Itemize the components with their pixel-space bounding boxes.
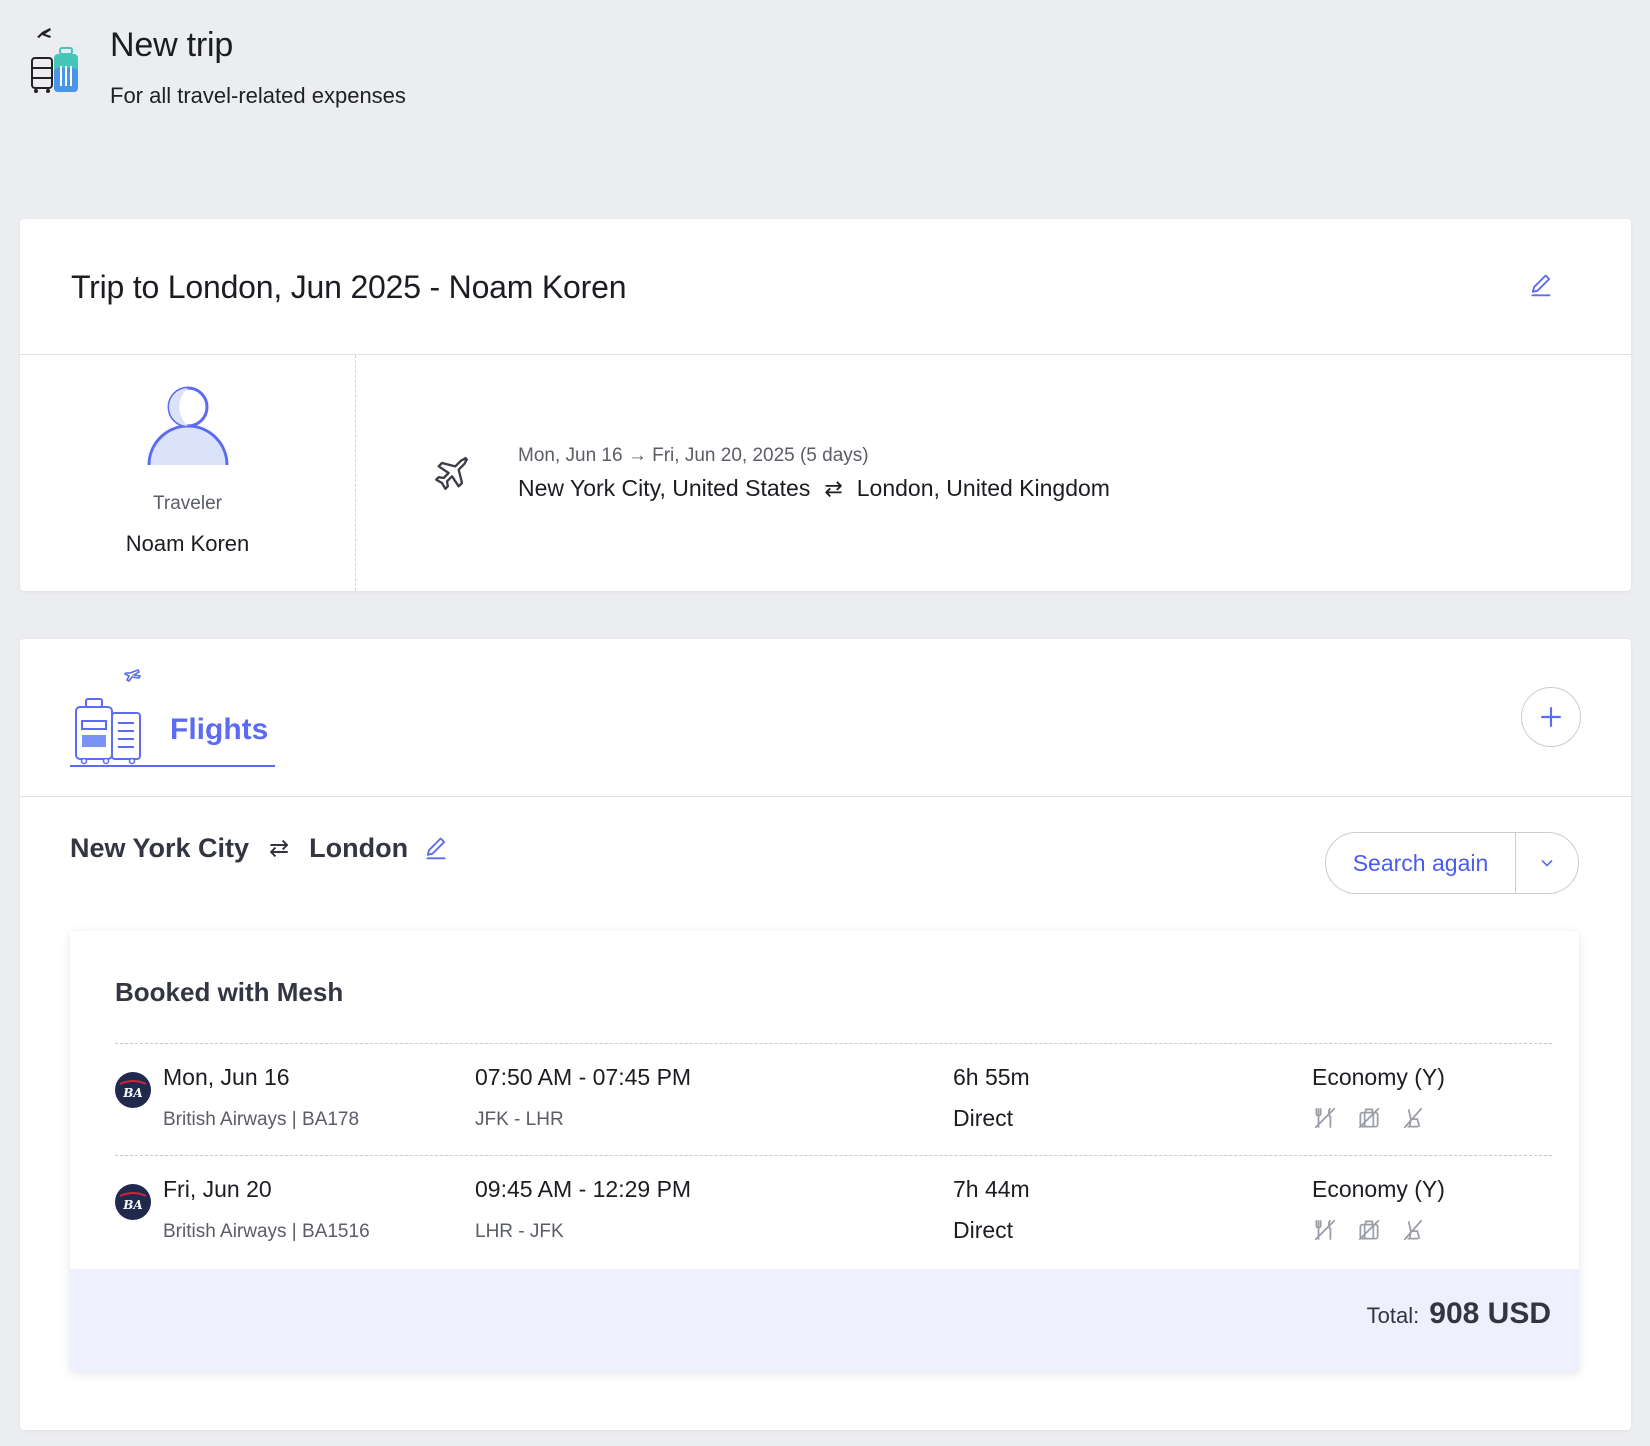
no-baggage-icon [1358, 1219, 1380, 1241]
leg-airports: LHR - JFK [475, 1221, 564, 1242]
leg-date: Fri, Jun 20 [163, 1176, 272, 1202]
flight-route-title: New York City ⇄ London [70, 833, 450, 864]
trip-dates: Mon, Jun 16 → Fri, Jun 20, 2025 (5 days) [518, 445, 869, 466]
leg-duration: 7h 44m [953, 1176, 1030, 1202]
add-flight-button[interactable] [1521, 687, 1581, 747]
roundtrip-icon: ⇄ [269, 835, 290, 862]
leg-stops: Direct [953, 1217, 1014, 1243]
traveler-label: Traveler [153, 493, 222, 514]
british-airways-logo-icon: BA [115, 1184, 151, 1220]
user-avatar-icon [147, 386, 228, 466]
total-label: Total: [1366, 1303, 1420, 1328]
itinerary-section: Mon, Jun 16 → Fri, Jun 20, 2025 (5 days)… [356, 355, 1631, 591]
edit-route-button[interactable] [422, 835, 450, 863]
trip-card-header: Trip to London, Jun 2025 - Noam Koren [20, 219, 1631, 355]
page-header: New trip For all travel-related expenses [24, 24, 406, 109]
flights-card: Flights New York City ⇄ London Search ag… [20, 639, 1631, 1430]
airline-logo-text: BA [122, 1086, 142, 1100]
trip-summary-card: Trip to London, Jun 2025 - Noam Koren Tr… [20, 219, 1631, 591]
leg-amenities [1312, 1105, 1445, 1131]
leg-cabin: Economy (Y) [1312, 1176, 1445, 1202]
search-again-group: Search again [1325, 832, 1579, 894]
no-meal-icon [1314, 1219, 1336, 1241]
airline-logo-text: BA [122, 1198, 142, 1212]
trip-title: Trip to London, Jun 2025 - Noam Koren [71, 269, 627, 305]
leg-times: 09:45 AM - 12:29 PM [475, 1176, 692, 1202]
pencil-icon [1531, 274, 1551, 296]
suitcase-plane-icon [31, 28, 82, 93]
airplane-icon [435, 456, 469, 490]
roundtrip-icon: ⇄ [824, 475, 843, 501]
trip-destination: London, United Kingdom [856, 475, 1110, 501]
flight-route-row: New York City ⇄ London Search again [20, 797, 1631, 907]
page-title: New trip [110, 26, 234, 64]
booking-total: Total: 908 USD [1367, 1297, 1551, 1331]
route-from: New York City [70, 833, 250, 863]
edit-trip-button[interactable] [1525, 271, 1557, 303]
no-meal-icon [1314, 1107, 1336, 1129]
route-to: London [309, 833, 409, 863]
leg-amenities [1312, 1217, 1445, 1243]
luggage-plane-icon [75, 668, 142, 765]
leg-airline: British Airways | BA178 [163, 1109, 360, 1130]
tab-flights[interactable]: Flights [70, 668, 275, 767]
search-again-button[interactable]: Search again [1326, 833, 1516, 893]
leg-airports: JFK - LHR [475, 1109, 564, 1130]
flights-header: Flights [20, 639, 1631, 797]
total-bar: Total: 908 USD [70, 1269, 1579, 1372]
trip-route: New York City, United States ⇄ London, U… [518, 475, 1110, 502]
search-options-dropdown[interactable] [1516, 833, 1578, 893]
no-seat-select-icon [1403, 1219, 1423, 1241]
chevron-down-icon [1541, 859, 1553, 867]
british-airways-logo-icon: BA [115, 1072, 151, 1108]
flight-legs: BA Mon, Jun 16 British Airways | BA178 0… [115, 1043, 1552, 1267]
trip-origin: New York City, United States [518, 475, 811, 501]
leg-cabin: Economy (Y) [1312, 1064, 1445, 1090]
no-seat-select-icon [1403, 1107, 1423, 1129]
leg-times: 07:50 AM - 07:45 PM [475, 1064, 692, 1090]
traveler-name: Noam Koren [125, 531, 250, 556]
plus-icon [1541, 707, 1561, 727]
booking-card: Booked with Mesh BA Mon, Jun 16 British … [70, 931, 1579, 1372]
booking-title: Booked with Mesh [115, 977, 344, 1007]
page-subtitle: For all travel-related expenses [110, 83, 406, 108]
leg-date: Mon, Jun 16 [163, 1064, 290, 1090]
leg-stops: Direct [953, 1105, 1014, 1131]
flight-leg[interactable]: BA Fri, Jun 20 British Airways | BA1516 … [115, 1155, 1552, 1267]
flight-leg[interactable]: BA Mon, Jun 16 British Airways | BA178 0… [115, 1043, 1552, 1155]
no-baggage-icon [1358, 1107, 1380, 1129]
leg-airline: British Airways | BA1516 [163, 1221, 370, 1242]
tab-flights-label: Flights [170, 713, 269, 746]
pencil-icon [426, 837, 446, 859]
leg-duration: 6h 55m [953, 1064, 1030, 1090]
traveler-section: Traveler Noam Koren [20, 355, 356, 591]
total-value: 908 USD [1429, 1297, 1551, 1330]
